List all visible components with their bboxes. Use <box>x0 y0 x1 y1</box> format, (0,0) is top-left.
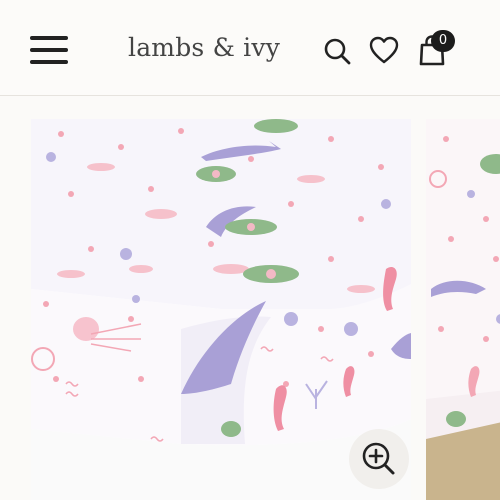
menu-button[interactable] <box>30 34 70 66</box>
crib-sheet-image-alt <box>426 119 500 500</box>
wishlist-button[interactable] <box>366 30 402 70</box>
product-image-gallery[interactable] <box>0 97 500 500</box>
brand-logo[interactable]: lambs & ivy <box>128 33 280 62</box>
product-image-main[interactable] <box>31 119 411 500</box>
menu-icon-bar <box>30 48 68 52</box>
product-image-next[interactable] <box>426 119 500 500</box>
zoom-button[interactable] <box>349 429 409 489</box>
heart-icon <box>369 36 399 64</box>
site-header: lambs & ivy 0 <box>0 0 500 96</box>
search-button[interactable] <box>320 30 356 70</box>
menu-icon-bar <box>30 60 68 64</box>
menu-icon <box>30 36 68 40</box>
search-icon <box>324 38 351 65</box>
cart-count-badge: 0 <box>431 30 455 52</box>
zoom-in-icon <box>362 442 395 475</box>
